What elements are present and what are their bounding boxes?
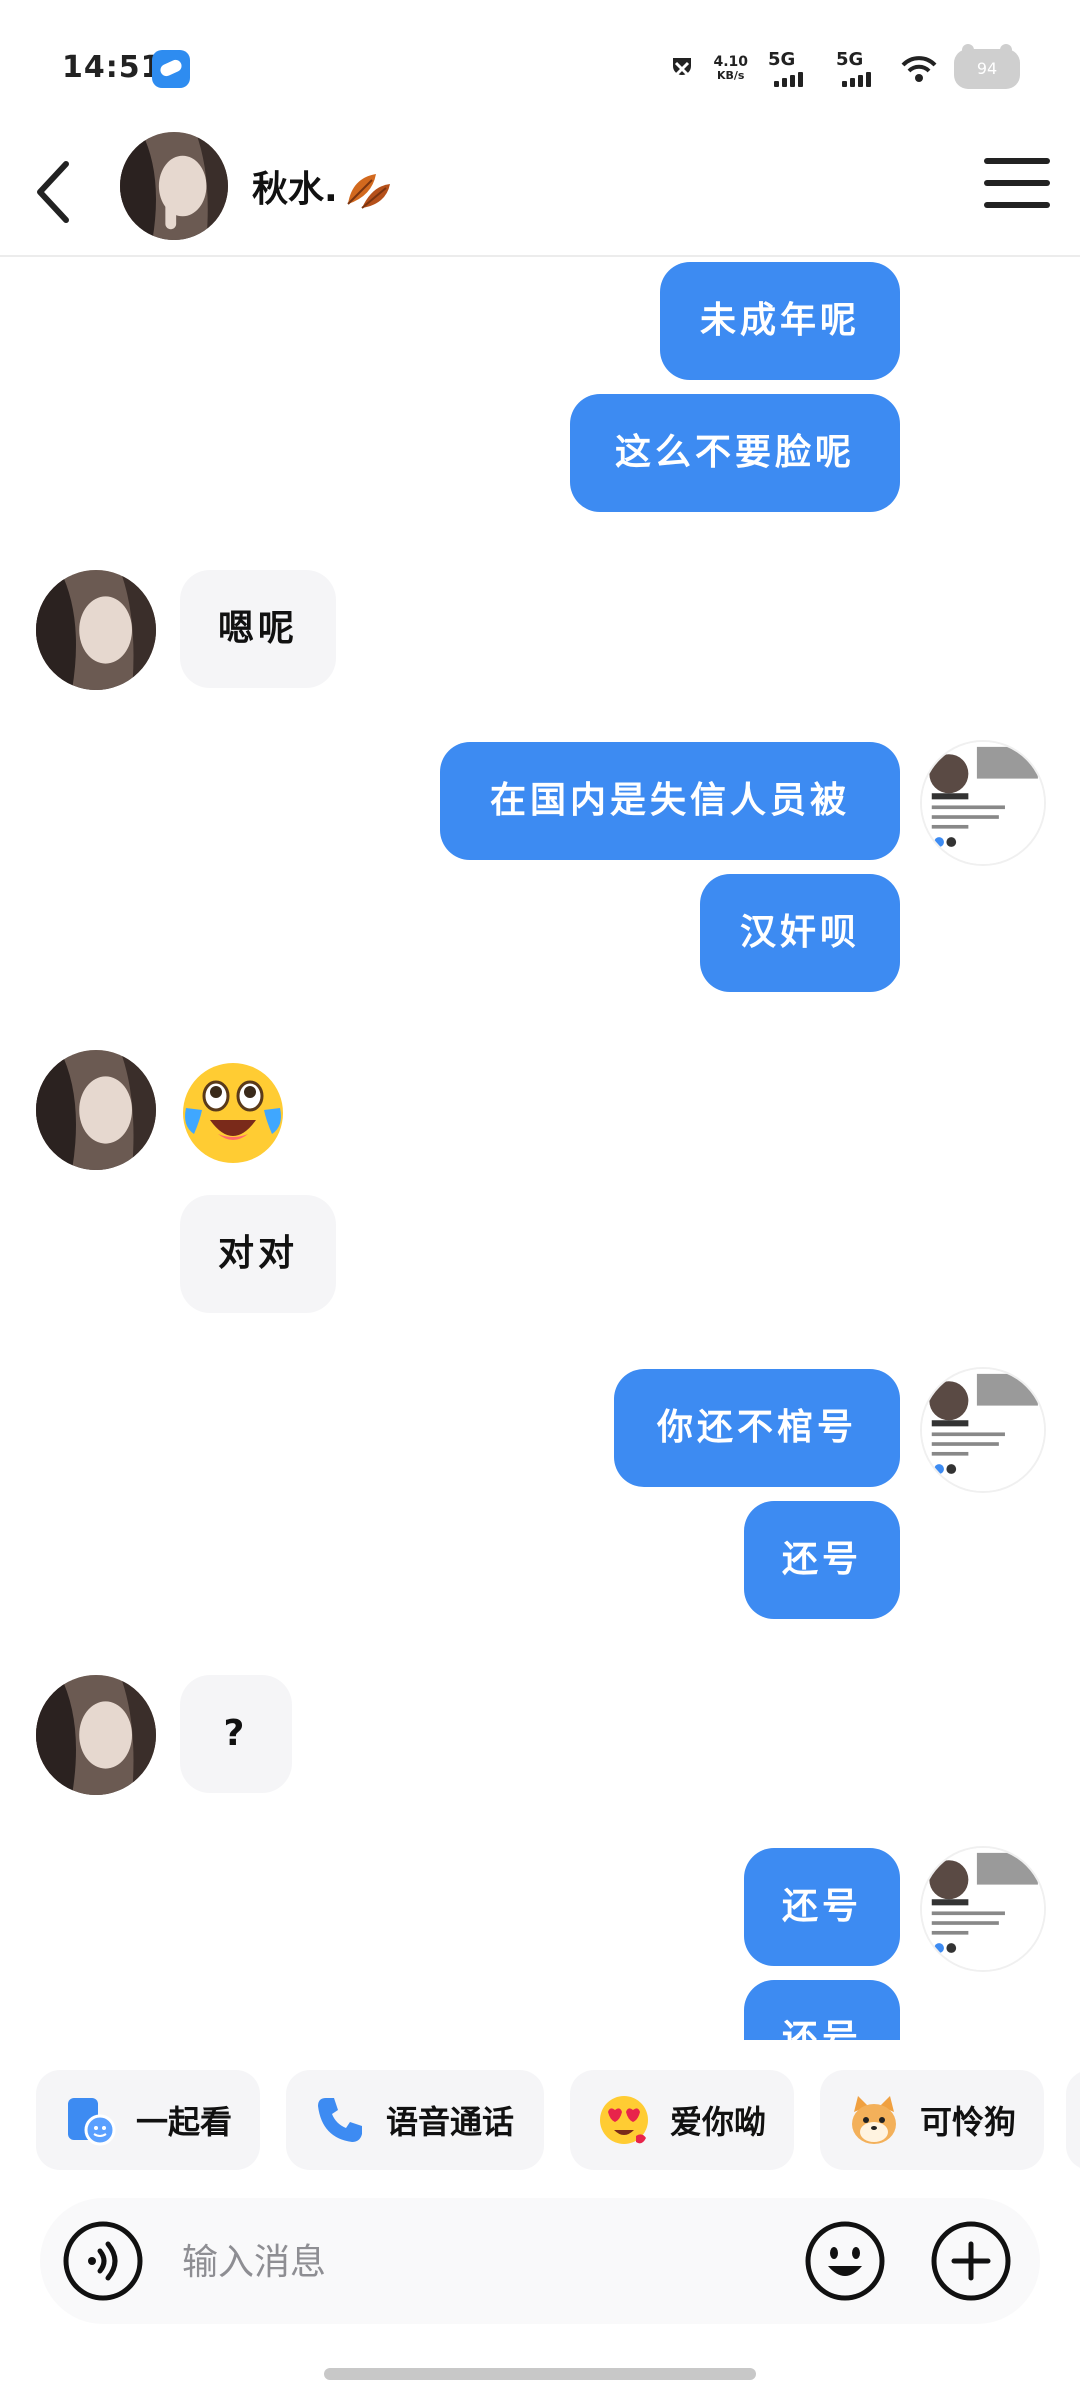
my-avatar[interactable] <box>922 1848 1044 1970</box>
message-bubble-outgoing[interactable]: 未成年呢 <box>660 262 900 380</box>
contact-avatar[interactable] <box>36 1675 156 1795</box>
battery-icon: 94 <box>954 44 1020 89</box>
pitiful-dog-sticker-button[interactable]: 可怜狗 <box>820 2070 1044 2170</box>
heart-eyes-sticker-icon <box>600 2096 648 2144</box>
contact-avatar[interactable] <box>36 1050 156 1170</box>
net-speed-value: 4.10 <box>713 54 748 70</box>
contact-avatar[interactable] <box>120 132 228 240</box>
leaf-emoji <box>346 174 390 209</box>
watch-together-icon <box>68 2098 116 2146</box>
message-bubble-outgoing[interactable]: 这么不要脸呢 <box>570 394 900 512</box>
status-icons: 4.10 KB/s 5G 5G 94 <box>667 44 1020 94</box>
message-input-bar <box>40 2198 1040 2324</box>
message-bubble-incoming[interactable]: 对对 <box>180 1195 336 1313</box>
phone-icon <box>318 2098 362 2142</box>
signal-icon: 5G <box>832 49 884 89</box>
message-bubble-outgoing[interactable]: 还号 <box>744 1848 900 1966</box>
mute-icon <box>673 58 692 77</box>
my-avatar[interactable] <box>922 1369 1044 1491</box>
voice-call-button[interactable]: 语音通话 <box>286 2070 544 2170</box>
love-you-label: 爱你呦 <box>670 2103 767 2141</box>
signal-label-2: 5G <box>836 49 864 70</box>
voice-icon[interactable] <box>62 2220 144 2302</box>
signal-label-1: 5G <box>768 49 796 70</box>
chat-messages[interactable]: 未成年呢 这么不要脸呢 嗯呢 在国内是失信人员被 汉奸呗 对对 你还不棺号 还号… <box>0 257 1080 2040</box>
message-bubble-outgoing[interactable]: 在国内是失信人员被 <box>440 742 900 860</box>
net-speed: 4.10 KB/s <box>713 55 748 83</box>
watch-together-button[interactable]: 一起看 <box>36 2070 260 2170</box>
love-you-sticker-button[interactable]: 爱你呦 <box>570 2070 794 2170</box>
message-bubble-outgoing[interactable]: 汉奸呗 <box>700 874 900 992</box>
voice-call-label: 语音通话 <box>386 2103 515 2141</box>
wifi-icon <box>901 56 937 82</box>
laughing-crying-emoji[interactable] <box>180 1060 286 1166</box>
my-avatar[interactable] <box>922 742 1044 864</box>
app-icon <box>152 50 190 88</box>
shiba-sticker-icon <box>852 2096 896 2144</box>
pitiful-dog-label: 可怜狗 <box>920 2103 1017 2141</box>
contact-avatar[interactable] <box>36 570 156 690</box>
status-bar: 14:51 4.10 KB/s 5G 5G 94 <box>0 0 1080 130</box>
quick-actions-bar: 一起看 语音通话 爱你呦 可怜狗 <box>0 2070 1080 2174</box>
watch-together-label: 一起看 <box>136 2103 233 2141</box>
signal-icon: 5G <box>764 49 816 89</box>
net-speed-unit: KB/s <box>716 69 745 82</box>
message-bubble-outgoing[interactable]: 还号 <box>744 1501 900 1619</box>
message-bubble-outgoing[interactable]: 你还不棺号 <box>614 1369 900 1487</box>
status-time: 14:51 <box>62 50 163 85</box>
message-bubble-incoming[interactable]: 嗯呢 <box>180 570 336 688</box>
emoji-icon[interactable] <box>804 2220 886 2302</box>
message-bubble-incoming[interactable]: ? <box>180 1675 292 1793</box>
message-input[interactable] <box>180 2226 804 2298</box>
contact-name: 秋水. <box>252 160 394 212</box>
message-bubble-outgoing[interactable]: 还号 <box>744 1980 900 2040</box>
plus-icon[interactable] <box>930 2220 1012 2302</box>
back-icon[interactable] <box>26 154 86 230</box>
more-quick-action-button[interactable] <box>1066 2070 1080 2170</box>
home-indicator[interactable] <box>324 2368 756 2380</box>
menu-icon[interactable] <box>984 158 1050 216</box>
contact-name-text: 秋水. <box>252 169 338 210</box>
chat-header: 秋水. <box>0 130 1080 257</box>
